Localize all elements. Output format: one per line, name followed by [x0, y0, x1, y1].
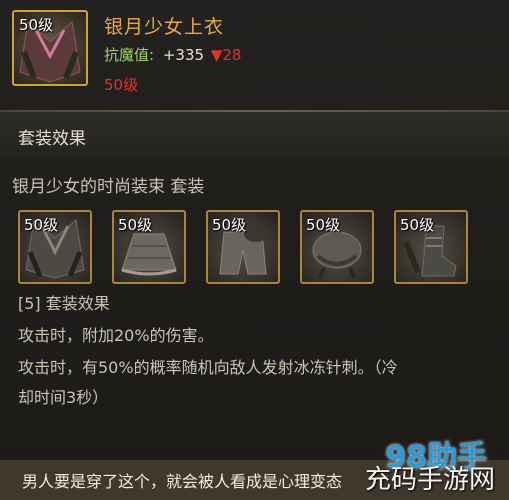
watermark: 98助手 充码手游网 [351, 432, 501, 498]
set-piece-slot[interactable]: 50级 [206, 210, 280, 284]
item-tooltip-panel: 50级 银月少女上衣 抗魔值: +335 ▼28 50级 套装效果 银月少女的时… [0, 0, 509, 500]
set-effect-line: 却时间3秒） [18, 388, 109, 407]
caption-text: 男人要是穿了这个，就会被人看成是心理变态 [22, 472, 343, 491]
item-icon-slot[interactable]: 50级 [12, 10, 88, 86]
stat-label: 抗魔值: [104, 46, 155, 64]
set-effect-line: 攻击时，附加20%的伤害。 [18, 326, 214, 345]
item-name: 银月少女上衣 [104, 16, 225, 38]
required-level: 50级 [104, 76, 139, 94]
set-effect-title: 套装效果 [18, 129, 86, 149]
stat-row: 抗魔值: +335 ▼28 [104, 44, 241, 65]
item-level-badge: 50级 [19, 16, 54, 34]
set-piece-level: 50级 [212, 216, 247, 234]
set-piece-level: 50级 [306, 216, 341, 234]
set-name: 银月少女的时尚装束 套装 [12, 177, 205, 197]
set-piece-slot[interactable]: 50级 [394, 210, 468, 284]
set-piece-slot[interactable]: 50级 [300, 210, 374, 284]
stat-value: +335 [162, 46, 205, 64]
watermark-text: 充码手游网 [364, 465, 495, 495]
set-piece-level: 50级 [400, 216, 435, 234]
set-effect-line: 攻击时，有50%的概率随机向敌人发射冰冻针刺。（冷 [18, 358, 398, 377]
stat-decrease: ▼28 [210, 46, 242, 64]
set-piece-level: 50级 [24, 216, 59, 234]
set-piece-slot[interactable]: 50级 [112, 210, 186, 284]
set-effect-count: [5] 套装效果 [18, 294, 110, 313]
set-piece-level: 50级 [118, 216, 153, 234]
set-piece-slot[interactable]: 50级 [18, 210, 92, 284]
